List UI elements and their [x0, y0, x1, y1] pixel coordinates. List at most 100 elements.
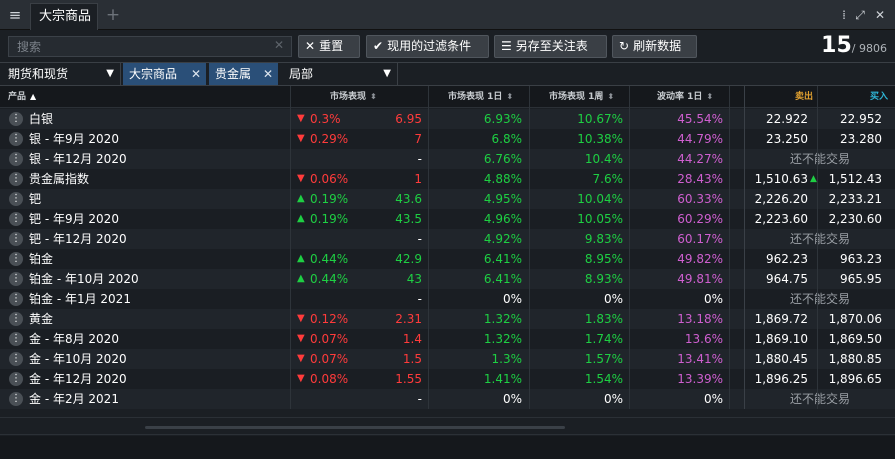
row-menu-icon[interactable]: ⋮ — [9, 252, 23, 266]
refresh-button[interactable]: ↻ 刷新数据 — [612, 35, 697, 58]
add-tab-icon[interactable]: + — [104, 5, 122, 25]
tab-commodities[interactable]: 大宗商品 — [30, 3, 98, 30]
table-row[interactable]: ⋮ 金 - 年10月 2020 ▼ 0.07% 1.5 1.3% 1.57% 13.41% 1,… — [0, 349, 895, 369]
table-row[interactable]: ⋮ 白银 ▼ 0.3% 6.95 6.93% 10.67% 45.54% 22.922 22.95… — [0, 109, 895, 129]
product-name[interactable]: 银 - 年12月 2020 — [29, 149, 127, 169]
sell-price[interactable]: 964.75 — [766, 269, 808, 289]
row-menu-icon[interactable]: ⋮ — [9, 312, 23, 326]
row-menu-icon[interactable]: ⋮ — [9, 152, 23, 166]
table-row[interactable]: ⋮ 金 - 年12月 2020 ▼ 0.08% 1.55 1.41% 1.54% 13.39%… — [0, 369, 895, 389]
menu-icon[interactable]: ≡ — [4, 5, 26, 25]
buy-price[interactable]: 1,512.43 — [829, 169, 882, 189]
sell-price[interactable]: 1,880.45 — [755, 349, 808, 369]
buy-price[interactable]: 2,233.21 — [829, 189, 882, 209]
scrollbar-thumb[interactable] — [145, 426, 565, 429]
sell-price[interactable]: 1,869.72 — [755, 309, 808, 329]
sell-price[interactable]: 962.23 — [766, 249, 808, 269]
table-row[interactable]: ⋮ 铂金 ▲ 0.44% 42.9 6.41% 8.95% 49.82% 962.23 963.2… — [0, 249, 895, 269]
col-market-1d[interactable]: 市场表现 1日 ⬍ — [448, 86, 513, 108]
market-1d-value: 6.41% — [483, 272, 522, 286]
market-change: 2.31 — [395, 312, 422, 326]
buy-price[interactable]: 23.280 — [840, 129, 882, 149]
row-menu-icon[interactable]: ⋮ — [9, 212, 23, 226]
product-name[interactable]: 铂金 - 年1月 2021 — [29, 289, 131, 309]
product-name[interactable]: 银 - 年9月 2020 — [29, 129, 119, 149]
expand-icon[interactable]: ⤢ — [852, 5, 868, 25]
table-row[interactable]: ⋮ 钯 - 年12月 2020 - 4.92% 9.83% 60.17% 还不能交易 — [0, 229, 895, 249]
col-buy[interactable]: 买入 — [870, 86, 888, 108]
filter-chip-precious-metals[interactable]: 贵金属 ✕ — [209, 63, 279, 85]
close-icon[interactable]: ✕ — [872, 5, 888, 25]
buy-price[interactable]: 1,896.65 — [829, 369, 882, 389]
product-name[interactable]: 铂金 - 年10月 2020 — [29, 269, 139, 289]
filter-chip-commodities[interactable]: 大宗商品 ✕ — [123, 63, 207, 85]
product-name[interactable]: 金 - 年12月 2020 — [29, 369, 127, 389]
product-name[interactable]: 白银 — [29, 109, 53, 129]
row-menu-icon[interactable]: ⋮ — [9, 372, 23, 386]
sell-price[interactable]: 2,223.60 — [755, 209, 808, 229]
row-menu-icon[interactable]: ⋮ — [9, 192, 23, 206]
sell-price[interactable]: 1,896.25 — [755, 369, 808, 389]
row-menu-icon[interactable]: ⋮ — [9, 112, 23, 126]
buy-price[interactable]: 963.23 — [840, 249, 882, 269]
scope-select[interactable]: 局部 ▼ — [281, 63, 398, 85]
sell-price[interactable]: 2,226.20 — [755, 189, 808, 209]
product-name[interactable]: 金 - 年2月 2021 — [29, 389, 119, 409]
market-change-pct: 0.44% — [310, 252, 349, 266]
sell-price[interactable]: 23.250 — [766, 129, 808, 149]
col-market-1w[interactable]: 市场表现 1周 ⬍ — [549, 86, 614, 108]
type-select[interactable]: 期货和现货 ▼ — [0, 63, 121, 85]
table-row[interactable]: ⋮ 金 - 年8月 2020 ▼ 0.07% 1.4 1.32% 1.74% 13.6% 1,8… — [0, 329, 895, 349]
sell-price[interactable]: 22.922 — [766, 109, 808, 129]
table-row[interactable]: ⋮ 黄金 ▼ 0.12% 2.31 1.32% 1.83% 13.18% 1,869.72 1,8… — [0, 309, 895, 329]
save-to-watchlist-button[interactable]: ☰ 另存至关注表 — [494, 35, 607, 58]
table-row[interactable]: ⋮ 铂金 - 年10月 2020 ▲ 0.44% 43 6.41% 8.93% 49.81% 9… — [0, 269, 895, 289]
reset-button[interactable]: ✕ 重置 — [298, 35, 360, 58]
search-input[interactable] — [8, 36, 292, 57]
sell-price[interactable]: 1,510.63 — [755, 169, 808, 189]
table-row[interactable]: ⋮ 银 - 年12月 2020 - 6.76% 10.4% 44.27% 还不能交易 — [0, 149, 895, 169]
buy-price[interactable]: 1,870.06 — [829, 309, 882, 329]
active-filters-button[interactable]: ✔ 现用的过滤条件 — [366, 35, 489, 58]
product-name[interactable]: 金 - 年10月 2020 — [29, 349, 127, 369]
sort-icon: ⬍ — [506, 92, 514, 101]
col-volatility-1d[interactable]: 波动率 1日 ⬍ — [657, 86, 713, 108]
sell-price[interactable]: 1,869.10 — [755, 329, 808, 349]
buy-price[interactable]: 1,880.85 — [829, 349, 882, 369]
row-menu-icon[interactable]: ⋮ — [9, 232, 23, 246]
product-name[interactable]: 黄金 — [29, 309, 53, 329]
row-menu-icon[interactable]: ⋮ — [9, 272, 23, 286]
table-row[interactable]: ⋮ 贵金属指数 ▼ 0.06% 1 4.88% 7.6% 28.43% 1,510.63 ▲ 1,5… — [0, 169, 895, 189]
row-menu-icon[interactable]: ⋮ — [9, 392, 23, 406]
table-row[interactable]: ⋮ 钯 ▲ 0.19% 43.6 4.95% 10.04% 60.33% 2,226.20 2,2… — [0, 189, 895, 209]
product-name[interactable]: 钯 - 年12月 2020 — [29, 229, 127, 249]
table-row[interactable]: ⋮ 金 - 年2月 2021 - 0% 0% 0% 还不能交易 — [0, 389, 895, 409]
row-menu-icon[interactable]: ⋮ — [9, 352, 23, 366]
col-sell[interactable]: 卖出 — [795, 86, 813, 108]
buy-price[interactable]: 22.952 — [840, 109, 882, 129]
buy-price[interactable]: 965.95 — [840, 269, 882, 289]
table-row[interactable]: ⋮ 铂金 - 年1月 2021 - 0% 0% 0% 还不能交易 — [0, 289, 895, 309]
product-name[interactable]: 贵金属指数 — [29, 169, 89, 189]
search-clear-icon[interactable]: ✕ — [274, 38, 284, 52]
product-name[interactable]: 铂金 — [29, 249, 53, 269]
chip-close-icon[interactable]: ✕ — [191, 63, 201, 85]
row-menu-icon[interactable]: ⋮ — [9, 292, 23, 306]
table-row[interactable]: ⋮ 钯 - 年9月 2020 ▲ 0.19% 43.5 4.96% 10.05% 60.29%… — [0, 209, 895, 229]
horizontal-scrollbar[interactable] — [0, 417, 895, 435]
row-menu-icon[interactable]: ⋮ — [9, 332, 23, 346]
chip-close-icon[interactable]: ✕ — [263, 63, 273, 85]
buy-price[interactable]: 1,869.50 — [829, 329, 882, 349]
col-product[interactable]: 产品 ▲ — [8, 86, 36, 108]
row-menu-icon[interactable]: ⋮ — [9, 172, 23, 186]
more-icon[interactable]: ⁞ — [836, 5, 852, 25]
col-market[interactable]: 市场表现 ⬍ — [330, 86, 377, 108]
volatility-1d-value: 44.79% — [677, 132, 723, 146]
table-row[interactable]: ⋮ 银 - 年9月 2020 ▼ 0.29% 7 6.8% 10.38% 44.79% 23.2… — [0, 129, 895, 149]
market-1d-value: 4.95% — [483, 192, 522, 206]
row-menu-icon[interactable]: ⋮ — [9, 132, 23, 146]
buy-price[interactable]: 2,230.60 — [829, 209, 882, 229]
product-name[interactable]: 钯 - 年9月 2020 — [29, 209, 119, 229]
product-name[interactable]: 钯 — [29, 189, 41, 209]
product-name[interactable]: 金 - 年8月 2020 — [29, 329, 119, 349]
